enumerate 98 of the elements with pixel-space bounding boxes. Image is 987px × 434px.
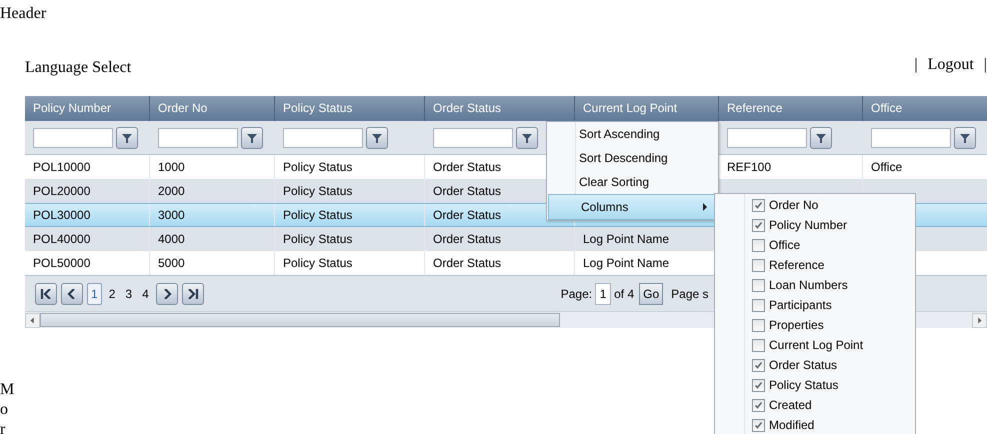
filter-field[interactable] (33, 128, 113, 148)
page-total: of 4 (614, 286, 634, 300)
table-cell: 4000 (158, 232, 185, 246)
page-size-label: Page s (671, 286, 708, 300)
check-icon (754, 220, 763, 230)
table-cell: Policy Status (283, 160, 352, 174)
separator-text: | (914, 55, 918, 75)
column-toggle[interactable]: Current Log Point (715, 335, 864, 355)
table-cell: REF100 (727, 160, 772, 174)
table-cell: 5000 (158, 256, 185, 270)
column-toggle[interactable]: Reference (715, 255, 824, 275)
scroll-thumb[interactable] (40, 313, 560, 327)
page-field[interactable]: 1 (595, 282, 612, 304)
scroll-right-icon[interactable] (972, 312, 987, 328)
check-icon (754, 400, 763, 410)
checkbox[interactable] (752, 418, 765, 432)
filter-field[interactable] (158, 128, 238, 148)
table-cell: 2000 (158, 184, 185, 198)
previous-page-button[interactable] (61, 282, 83, 304)
table-cell: POL50000 (33, 256, 90, 270)
filter-button[interactable] (241, 126, 263, 148)
last-page-button[interactable] (182, 282, 204, 304)
table-cell: POL30000 (33, 208, 90, 222)
funnel-icon (815, 132, 827, 144)
funnel-icon (121, 132, 133, 144)
menu-item[interactable]: Sort Ascending (547, 122, 718, 146)
checkbox[interactable] (752, 258, 765, 272)
side-text: Mor (0, 380, 14, 434)
page-number[interactable]: 1 (87, 282, 102, 304)
scroll-left-icon[interactable] (25, 312, 40, 328)
table-cell: Order Status (433, 256, 502, 270)
table-cell: Order Status (433, 184, 502, 198)
table-cell: POL20000 (33, 184, 90, 198)
check-icon (754, 420, 763, 430)
menu-item[interactable]: Columns (548, 194, 717, 220)
header-text: Header (0, 4, 46, 20)
first-page-button[interactable] (35, 282, 57, 304)
column-toggle[interactable]: Participants (715, 295, 832, 315)
table-cell: POL10000 (33, 160, 90, 174)
table-cell: Log Point Name (583, 232, 670, 246)
filter-field[interactable] (283, 128, 363, 148)
page-number[interactable]: 3 (122, 284, 136, 304)
go-button[interactable]: Go (639, 282, 664, 304)
table-cell: Order Status (433, 208, 502, 222)
column-toggle[interactable]: Loan Numbers (715, 275, 848, 295)
filter-button[interactable] (516, 126, 538, 148)
filter-button[interactable] (810, 126, 832, 148)
filter-field[interactable] (871, 128, 951, 148)
table-cell: POL40000 (33, 232, 90, 246)
column-toggle[interactable]: Created (715, 395, 812, 415)
column-toggle[interactable]: Modified (715, 415, 814, 434)
next-icon (162, 288, 172, 298)
table-cell: Policy Status (283, 208, 352, 222)
checkbox[interactable] (752, 398, 765, 412)
page-number[interactable]: 2 (106, 284, 118, 304)
checkbox[interactable] (752, 238, 765, 252)
last-page-icon (186, 288, 199, 298)
funnel-icon (521, 132, 533, 144)
column-toggle[interactable]: Properties (715, 315, 824, 335)
first-page-icon (40, 288, 52, 298)
column-toggle[interactable]: Order Status (715, 355, 838, 375)
checkbox[interactable] (752, 318, 765, 332)
check-icon (754, 380, 763, 390)
funnel-icon (959, 132, 971, 144)
checkbox[interactable] (752, 338, 765, 352)
checkbox[interactable] (752, 298, 765, 312)
filter-field[interactable] (727, 128, 807, 148)
table-cell: 3000 (158, 208, 185, 222)
separator-text: | (984, 55, 987, 75)
filter-button[interactable] (116, 126, 138, 148)
check-icon (754, 200, 763, 210)
column-toggle[interactable]: Policy Status (715, 375, 838, 395)
checkbox[interactable] (752, 278, 765, 292)
checkbox[interactable] (752, 198, 765, 212)
language-select[interactable]: Language Select (25, 58, 132, 78)
checkbox[interactable] (752, 218, 765, 232)
table-cell: Office (871, 160, 902, 174)
table-cell: Policy Status (283, 256, 352, 270)
filter-button[interactable] (366, 126, 388, 148)
check-icon (754, 360, 763, 370)
checkbox[interactable] (752, 378, 765, 392)
next-page-button[interactable] (156, 282, 178, 304)
table-cell: Log Point Name (583, 256, 670, 270)
funnel-icon (371, 132, 383, 144)
submenu-arrow-icon (702, 203, 708, 211)
checkbox[interactable] (752, 358, 765, 372)
table-cell: Policy Status (283, 232, 352, 246)
table-cell: Order Status (433, 232, 502, 246)
logout-link[interactable]: Logout (928, 55, 974, 75)
page-label: Page: (560, 286, 592, 300)
previous-icon (67, 288, 77, 298)
filter-field[interactable] (433, 128, 513, 148)
table-cell: Policy Status (283, 184, 352, 198)
page-number[interactable]: 4 (139, 284, 152, 304)
table-cell: Order Status (433, 160, 502, 174)
filter-button[interactable] (954, 126, 976, 148)
table-cell: 1000 (158, 160, 185, 174)
funnel-icon (246, 132, 258, 144)
